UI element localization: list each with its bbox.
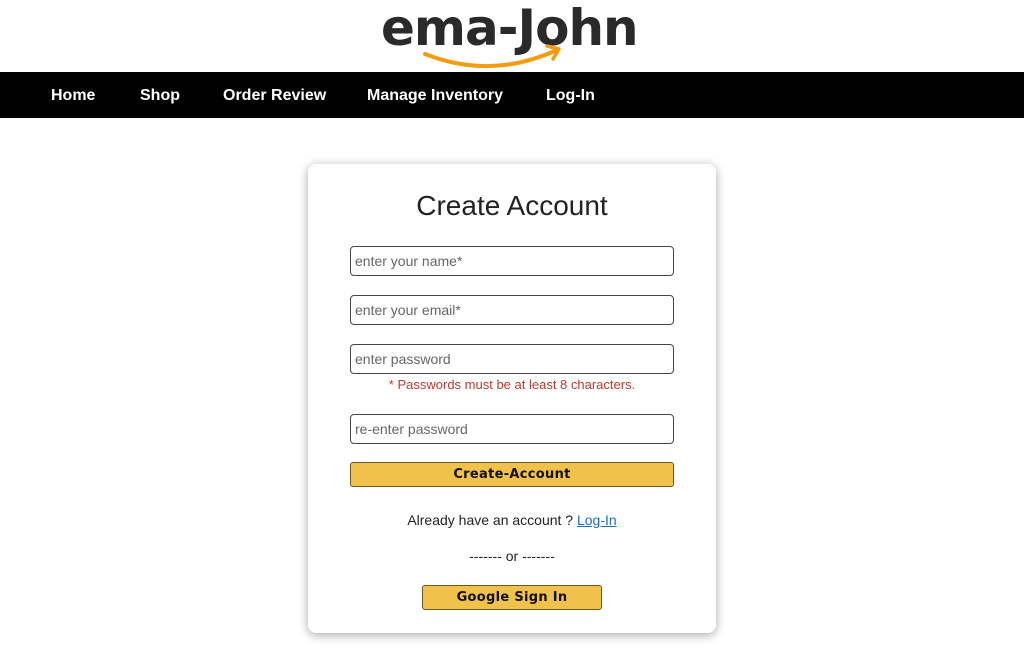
already-text: Already have an account ? bbox=[407, 512, 574, 528]
password-input[interactable] bbox=[350, 344, 674, 374]
create-account-button[interactable]: Create-Account bbox=[350, 462, 674, 487]
name-input[interactable] bbox=[350, 246, 674, 276]
nav-home[interactable]: Home bbox=[51, 87, 95, 105]
google-sign-in-button[interactable]: Google Sign In bbox=[422, 585, 602, 610]
nav-manage-inventory[interactable]: Manage Inventory bbox=[367, 87, 503, 105]
site-header: ema-John bbox=[0, 0, 1024, 72]
already-have-account: Already have an account ? Log-In bbox=[308, 512, 716, 528]
nav-shop[interactable]: Shop bbox=[140, 87, 180, 105]
ema-john-logo[interactable]: ema-John bbox=[381, 0, 643, 72]
page-title: Create Account bbox=[416, 190, 608, 221]
login-link[interactable]: Log-In bbox=[577, 512, 617, 528]
or-divider: ------- or ------- bbox=[469, 548, 555, 564]
email-input[interactable] bbox=[350, 295, 674, 325]
main-nav: Home Shop Order Review Manage Inventory … bbox=[0, 72, 1024, 118]
password-error-message: * Passwords must be at least 8 character… bbox=[388, 377, 636, 392]
nav-log-in[interactable]: Log-In bbox=[546, 87, 595, 105]
confirm-password-input[interactable] bbox=[350, 414, 674, 444]
smile-arrow-icon bbox=[423, 44, 561, 68]
nav-order-review[interactable]: Order Review bbox=[223, 87, 326, 105]
create-account-card: Create Account * Passwords must be at le… bbox=[308, 164, 716, 633]
